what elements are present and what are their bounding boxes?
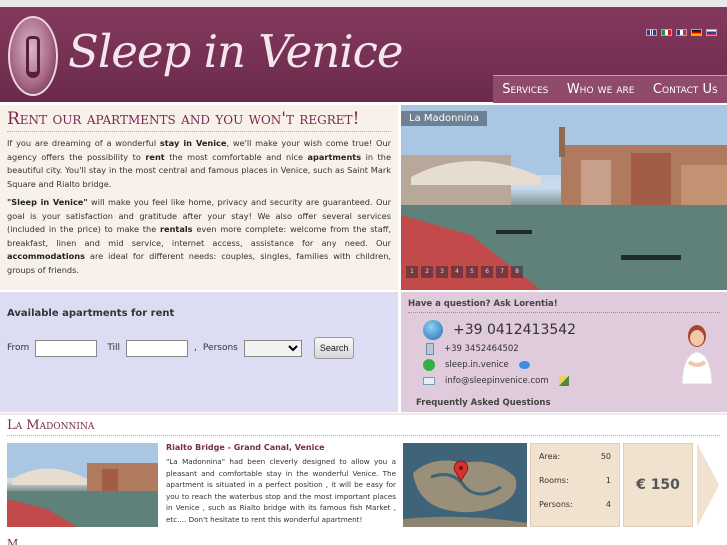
phone-icon	[423, 320, 443, 340]
slide-dot[interactable]: 2	[421, 266, 433, 278]
assistant-lorentia-avatar	[681, 325, 713, 384]
listing-description-text: "La Madonnina" had been cleverly designe…	[166, 457, 396, 524]
listing-location-title[interactable]: Rialto Bridge - Grand Canal, Venice	[166, 443, 396, 452]
section-divider	[0, 413, 727, 415]
email-envelope-icon	[423, 377, 435, 385]
site-logo-text[interactable]: Sleep in Venice	[68, 25, 403, 78]
slideshow-caption: La Madonnina	[401, 111, 488, 126]
from-date-input[interactable]	[35, 339, 98, 357]
slide-dot[interactable]: 8	[511, 266, 523, 278]
persons-select[interactable]	[243, 339, 302, 357]
area-row: Area: 50	[539, 452, 611, 461]
persons-row: Persons: 4	[539, 500, 611, 509]
till-date-input[interactable]	[126, 339, 189, 357]
persons-label: Persons	[202, 343, 238, 353]
slide-dot[interactable]: 5	[466, 266, 478, 278]
email-address[interactable]: info@sleepinvenice.com	[445, 376, 549, 386]
intro-panel: Rent our apartments and you won't regret…	[0, 105, 398, 290]
slide-dot[interactable]: 4	[451, 266, 463, 278]
flag-france-icon[interactable]	[676, 29, 687, 36]
listing-section-title[interactable]: La Madonnina	[7, 418, 94, 433]
mobile-row: +39 3452464502	[426, 343, 519, 355]
location-map[interactable]	[403, 443, 527, 527]
area-label: Area:	[539, 452, 561, 461]
flag-russia-icon[interactable]	[706, 29, 717, 36]
top-strip	[0, 0, 727, 7]
chat-bubble-icon[interactable]	[518, 361, 530, 369]
flag-uk-icon[interactable]	[646, 29, 657, 36]
rialto-bridge-image	[7, 443, 158, 527]
contact-panel: Have a question? Ask Lorentia! +39 04124…	[401, 292, 727, 412]
rooms-row: Rooms: 1	[539, 476, 611, 485]
from-label: From	[7, 343, 30, 353]
intro-paragraph-2: "Sleep in Venice" will make you feel lik…	[7, 197, 391, 275]
listing-thumbnail[interactable]	[7, 443, 158, 527]
slide-dot[interactable]: 1	[406, 266, 418, 278]
intro-paragraph-1: If you are dreaming of a wonderful stay …	[7, 138, 392, 189]
section-title-underline	[7, 435, 720, 436]
slideshow-pager: 1 2 3 4 5 6 7 8	[406, 266, 523, 278]
intro-heading: Rent our apartments and you won't regret…	[7, 109, 391, 132]
listing-description: Rialto Bridge - Grand Canal, Venice "La …	[166, 443, 396, 525]
listing-specs: Area: 50 Rooms: 1 Persons: 4	[530, 443, 620, 527]
contact-question: Have a question? Ask Lorentia!	[408, 299, 720, 313]
slide-dot[interactable]: 6	[481, 266, 493, 278]
persons-value: 4	[605, 500, 611, 509]
slide-dot[interactable]: 3	[436, 266, 448, 278]
skype-status-icon	[423, 359, 435, 371]
mobile-number[interactable]: +39 3452464502	[444, 344, 519, 354]
main-nav: Services Who we are Contact Us	[493, 75, 727, 103]
search-button[interactable]: Search	[313, 337, 355, 359]
slide-dot[interactable]: 7	[496, 266, 508, 278]
rooms-label: Rooms:	[539, 476, 569, 485]
phone-row: +39 0412413542	[423, 320, 576, 340]
rooms-value: 1	[605, 476, 611, 485]
flag-germany-icon[interactable]	[691, 29, 702, 36]
faq-link[interactable]: Frequently Asked Questions	[416, 398, 551, 408]
nav-who-we-are[interactable]: Who we are	[567, 82, 635, 97]
next-arrow-icon[interactable]	[697, 443, 719, 527]
gondola-logo-icon[interactable]	[8, 16, 58, 96]
search-heading: Available apartments for rent	[7, 308, 175, 319]
search-form-row: From Till , Persons Search	[7, 337, 391, 359]
till-label: Till	[107, 343, 121, 353]
venice-map-image	[403, 443, 527, 527]
persons-label-spec: Persons:	[539, 500, 573, 509]
skype-id[interactable]: sleep.in.venice	[445, 360, 509, 370]
nav-services[interactable]: Services	[502, 82, 548, 97]
skype-row: sleep.in.venice	[423, 359, 530, 371]
slideshow-photo[interactable]: La Madonnina	[401, 105, 727, 290]
next-section-title: M	[7, 537, 19, 545]
flag-italy-icon[interactable]	[661, 29, 672, 36]
nav-contact-us[interactable]: Contact Us	[653, 82, 718, 97]
phone-number[interactable]: +39 0412413542	[453, 322, 576, 338]
comma-separator: ,	[194, 343, 197, 353]
email-row: info@sleepinvenice.com	[423, 376, 569, 386]
mobile-phone-icon	[426, 343, 434, 355]
edit-pencil-icon[interactable]	[558, 376, 569, 386]
price-badge[interactable]: € 150	[623, 443, 693, 527]
area-value: 50	[600, 452, 611, 461]
availability-search: Available apartments for rent From Till …	[0, 292, 398, 412]
language-selector	[646, 29, 717, 36]
site-header: Sleep in Venice Services Who we are Cont…	[0, 7, 727, 103]
venice-grand-canal-image	[401, 105, 727, 290]
